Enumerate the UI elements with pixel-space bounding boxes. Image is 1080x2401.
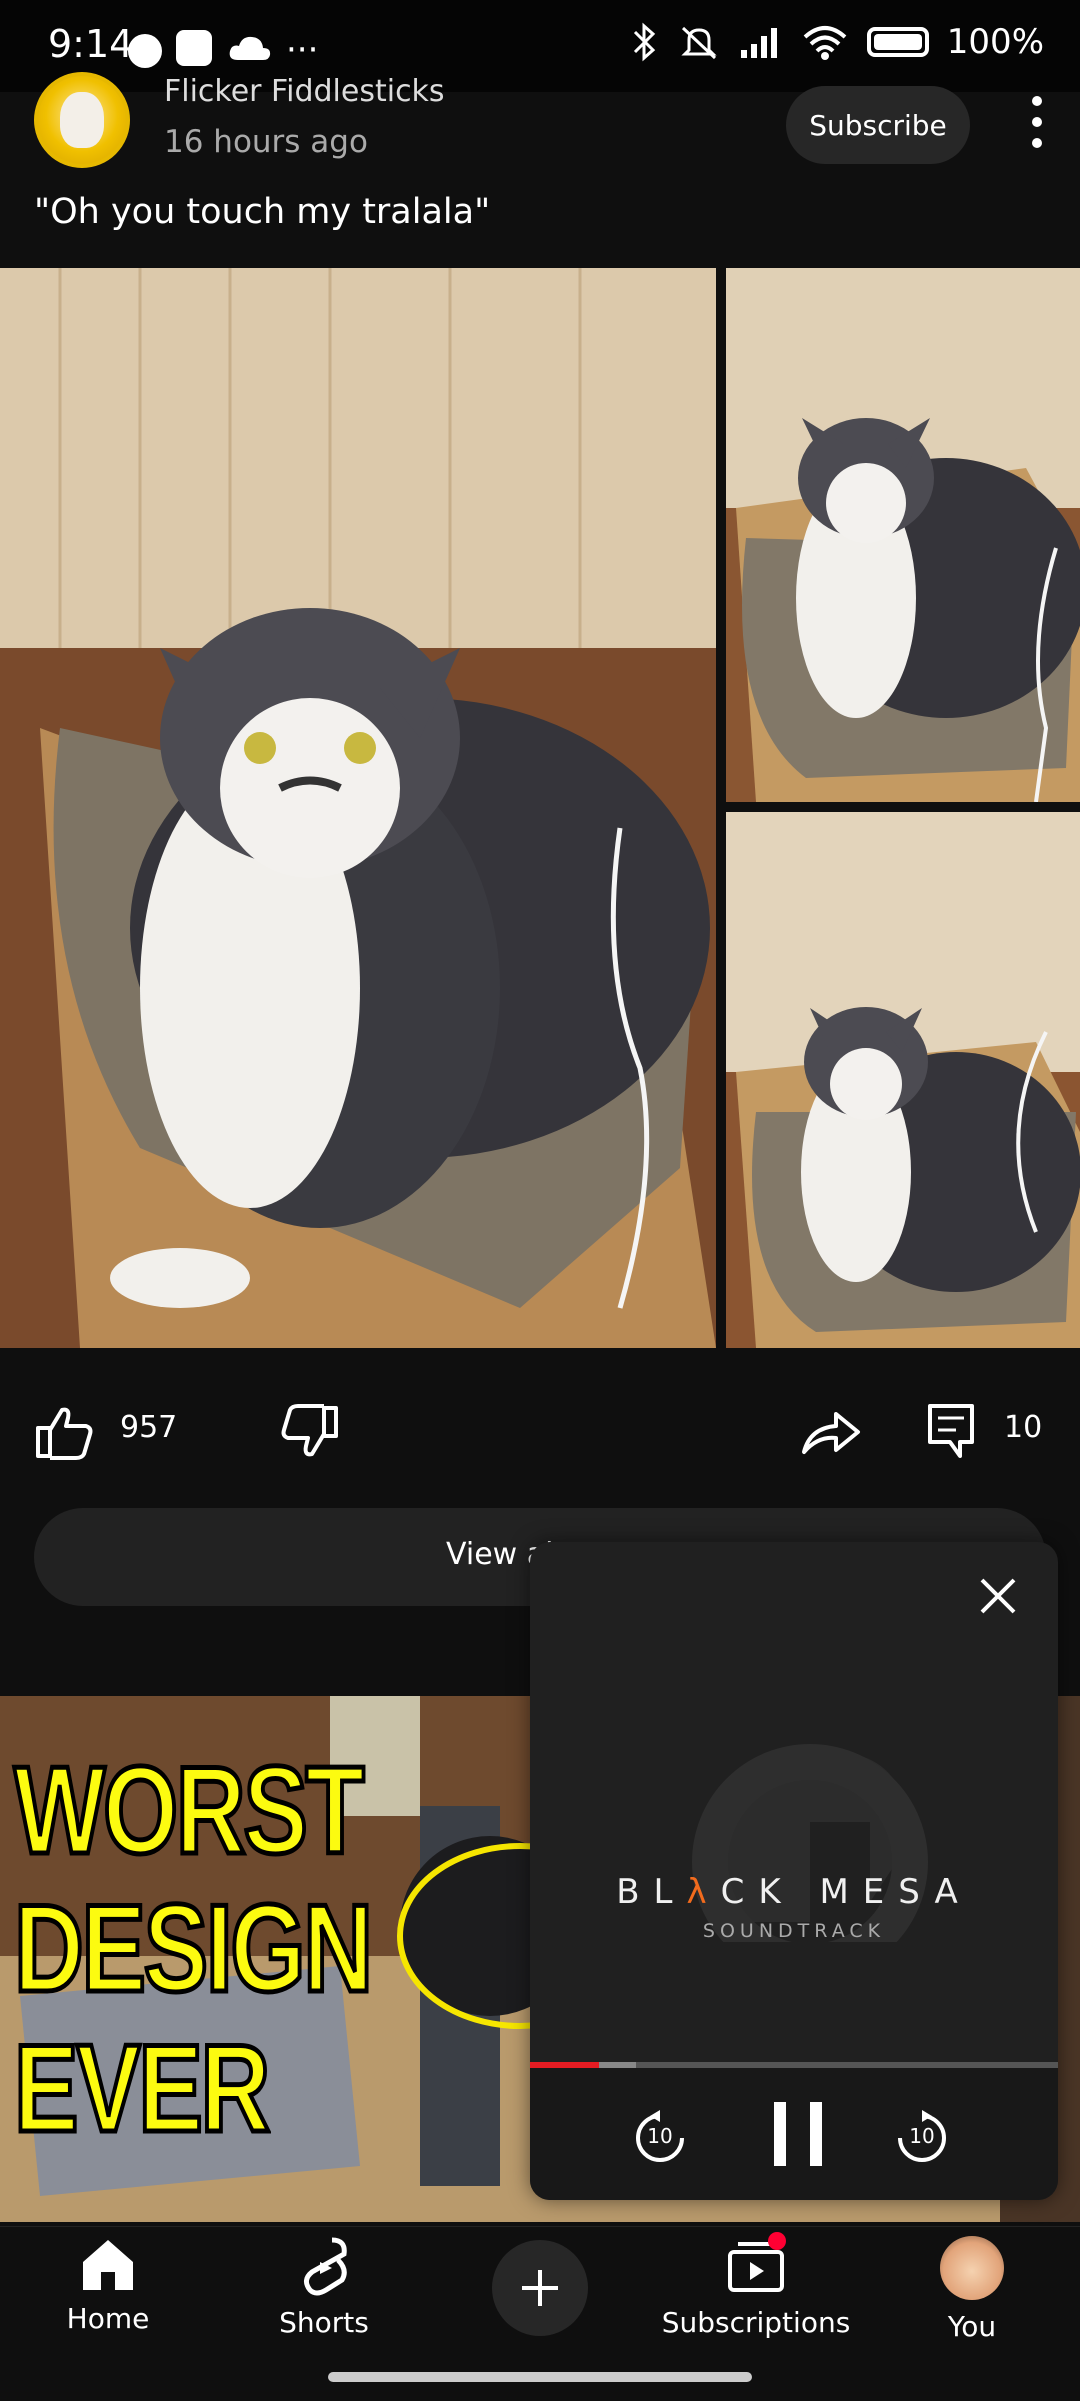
share-icon[interactable] <box>800 1406 862 1458</box>
thumbnail-text-line-1: WORST <box>12 1740 367 1883</box>
cat-photo-small-1 <box>726 268 1080 802</box>
pause-button[interactable] <box>768 2098 828 2170</box>
notification-dot-icon <box>128 34 162 68</box>
comment-count: 10 <box>1004 1410 1043 1445</box>
channel-name[interactable]: Flicker Fiddlesticks <box>164 74 445 109</box>
forward-10-button[interactable]: 10 <box>892 2108 952 2168</box>
nav-subscriptions[interactable]: Subscriptions <box>656 2232 856 2339</box>
status-time: 9:14 <box>48 22 134 66</box>
thumbnail-text-line-2: DESIGN <box>12 1878 375 2021</box>
nav-you-label: You <box>947 2310 997 2343</box>
new-content-dot <box>768 2232 786 2250</box>
nav-subscriptions-label: Subscriptions <box>661 2306 851 2339</box>
shorts-icon <box>304 2237 347 2296</box>
like-icon[interactable] <box>34 1404 94 1460</box>
like-count: 957 <box>120 1410 178 1445</box>
cloud-icon <box>229 36 271 60</box>
nav-shorts-label: Shorts <box>279 2306 369 2339</box>
comment-icon[interactable] <box>926 1402 976 1462</box>
post-image-top-right[interactable] <box>726 268 1080 802</box>
create-button[interactable] <box>492 2240 588 2336</box>
cat-photo-small-2 <box>726 812 1080 1348</box>
miniplayer-controls: 10 10 <box>530 2068 1058 2200</box>
more-notifications-icon: ··· <box>286 30 319 70</box>
plus-icon <box>522 2270 558 2306</box>
nav-you[interactable]: You <box>872 2236 1072 2343</box>
signal-icon <box>740 28 777 58</box>
lambda-glyph: λ <box>686 1872 721 1912</box>
user-avatar <box>940 2236 1004 2300</box>
miniplayer-title: BLλCK MESA <box>616 1872 972 1912</box>
more-options-icon[interactable] <box>1022 96 1052 148</box>
home-icon <box>83 2240 133 2290</box>
cat-photo <box>0 268 716 1348</box>
mute-icon <box>681 26 717 60</box>
forward-label: 10 <box>909 2124 935 2148</box>
bluetooth-icon <box>633 22 655 62</box>
wifi-icon <box>803 26 847 60</box>
channel-avatar[interactable] <box>34 72 130 168</box>
dislike-icon[interactable] <box>280 1404 340 1460</box>
gesture-bar <box>328 2372 752 2382</box>
rewind-10-button[interactable]: 10 <box>630 2108 690 2168</box>
status-icons: 100% <box>629 22 1044 62</box>
subscribe-button[interactable]: Subscribe <box>786 86 970 164</box>
battery-percent: 100% <box>946 22 1044 62</box>
battery-icon <box>866 27 929 57</box>
thumbnail-text-line-3: EVER <box>12 2018 272 2161</box>
rewind-label: 10 <box>647 2124 673 2148</box>
miniplayer-subtitle: SOUNDTRACK <box>702 1920 886 1942</box>
nav-shorts[interactable]: Shorts <box>224 2236 424 2339</box>
mini-player[interactable]: BLλCK MESA SOUNDTRACK 10 10 <box>530 1542 1058 2200</box>
post-time: 16 hours ago <box>164 124 368 160</box>
post-image-main[interactable] <box>0 268 716 1348</box>
app-notification-icon <box>176 30 212 66</box>
nav-home-label: Home <box>66 2302 150 2335</box>
nav-home[interactable]: Home <box>8 2236 208 2335</box>
post-caption: "Oh you touch my tralala" <box>34 192 491 232</box>
pause-icon <box>774 2102 822 2166</box>
close-icon[interactable] <box>974 1572 1022 1620</box>
post-image-bottom-right[interactable] <box>726 812 1080 1348</box>
